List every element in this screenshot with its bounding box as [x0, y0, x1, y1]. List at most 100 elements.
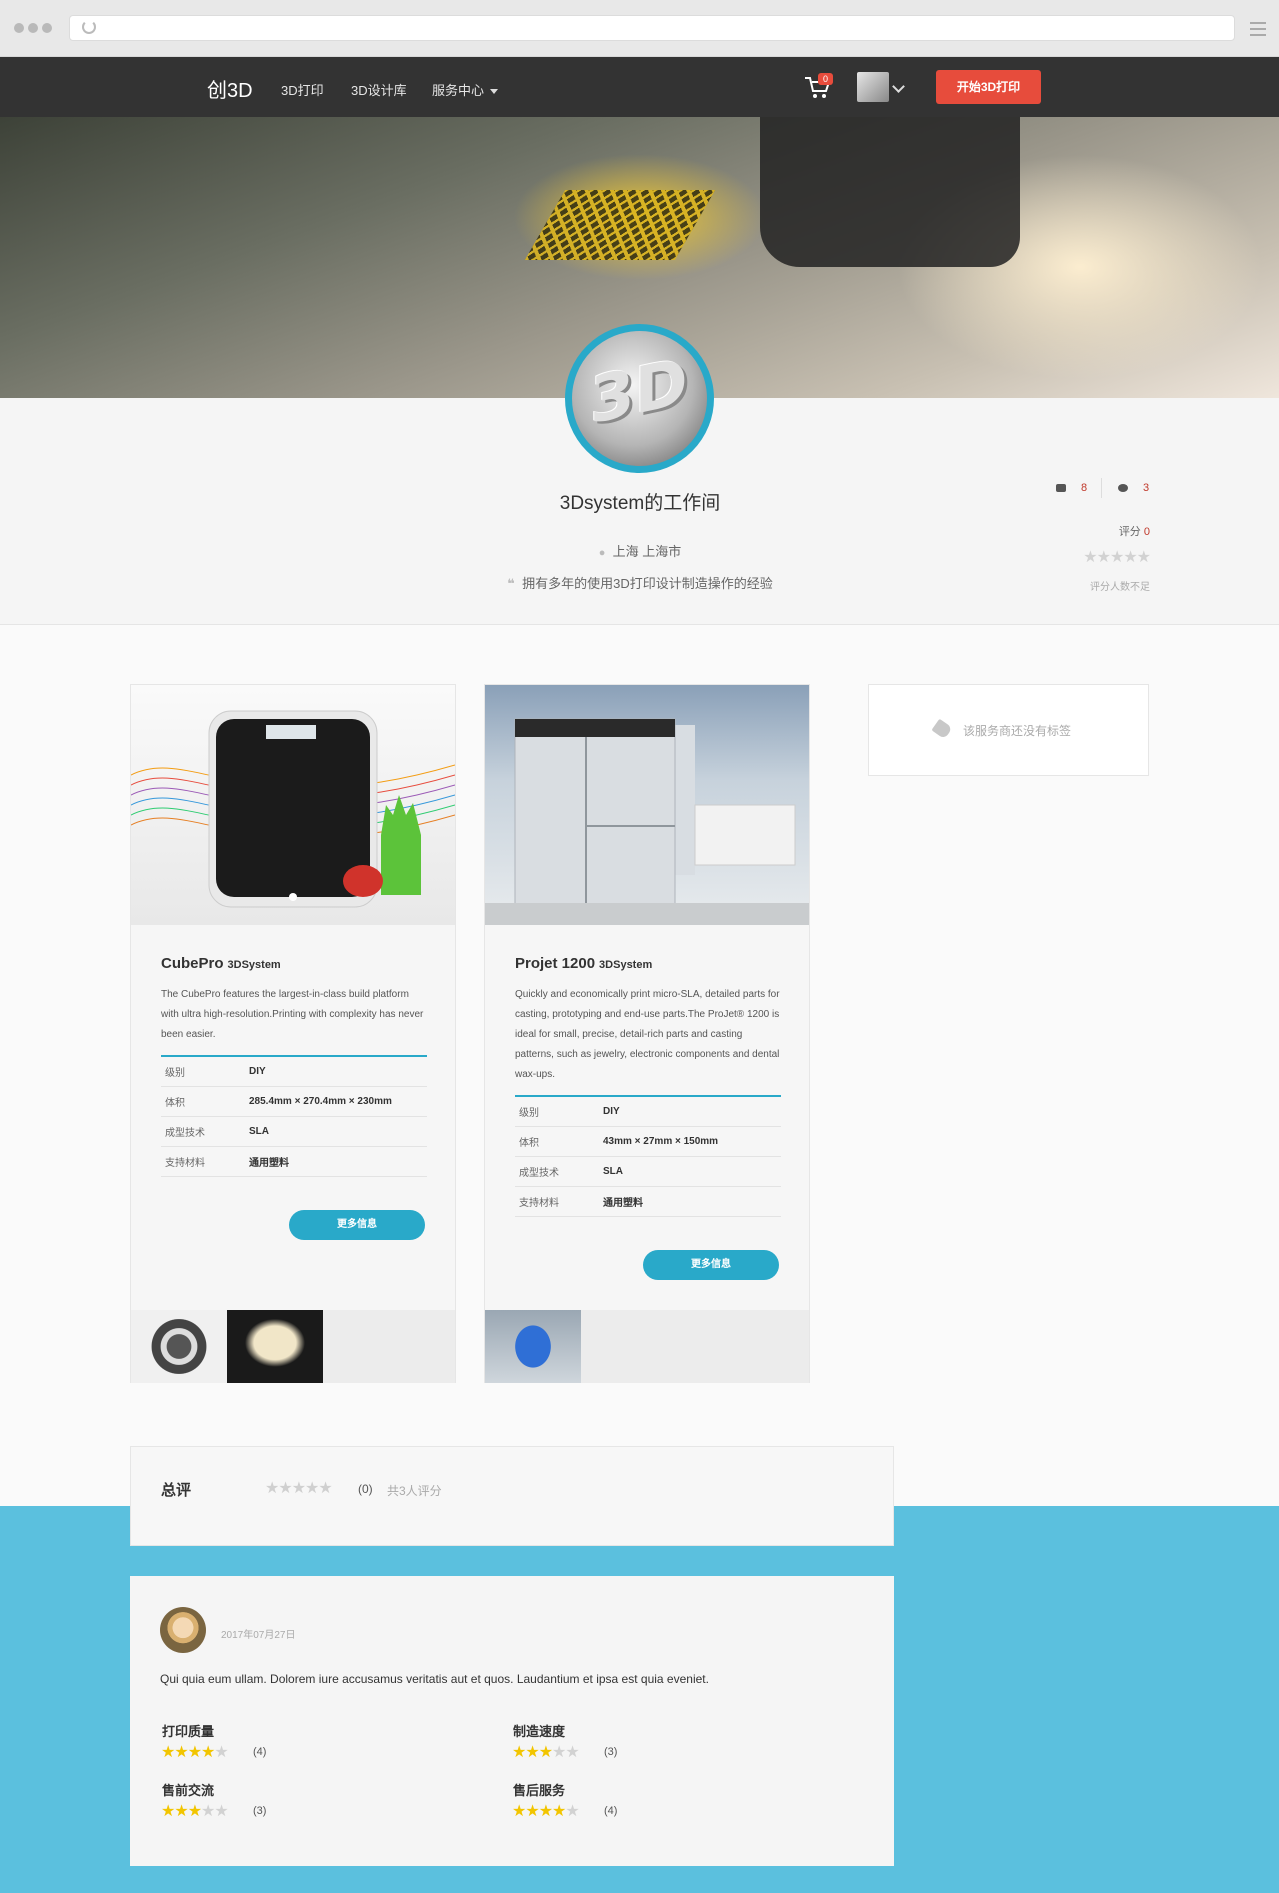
- star-empty-icon: ★: [201, 1803, 215, 1820]
- star-empty-icon: ★: [214, 1803, 228, 1820]
- product-brand: 3DSystem: [599, 959, 653, 971]
- rating-label: 制造速度: [513, 1724, 566, 1739]
- comment-icon: [1118, 484, 1128, 492]
- reviewer-avatar: [160, 1607, 206, 1653]
- rating-label: 售前交流: [162, 1783, 215, 1798]
- star-filled-icon: ★: [174, 1803, 188, 1820]
- product-name: Projet 1200: [515, 955, 596, 972]
- nav-link-service-center[interactable]: 服务中心: [432, 80, 499, 99]
- quote-icon: ❝: [507, 576, 515, 591]
- stat-divider: [1101, 478, 1102, 498]
- printer-icon: [1056, 484, 1066, 492]
- summary-title: 总评: [161, 1482, 192, 1499]
- thumbnail-strip: [485, 1310, 809, 1383]
- tags-empty-text: 该服务商还没有标签: [963, 724, 1072, 738]
- user-avatar[interactable]: [857, 72, 889, 102]
- summary-stars: ★★★★★: [265, 1480, 333, 1497]
- score-line: 评分 0: [1090, 523, 1150, 539]
- score-note: 评分人数不足: [1090, 582, 1150, 593]
- spec-value: SLA: [603, 1166, 623, 1177]
- star-filled-icon: ★: [512, 1803, 526, 1820]
- star-filled-icon: ★: [187, 1744, 202, 1761]
- spec-value: 285.4mm × 270.4mm × 230mm: [249, 1096, 392, 1107]
- reload-icon[interactable]: [82, 20, 96, 34]
- star-filled-icon: ★: [525, 1744, 539, 1761]
- more-info-button[interactable]: 更多信息: [643, 1250, 779, 1280]
- product-title: CubePro 3DSystem: [161, 955, 281, 972]
- spec-value: 通用塑料: [249, 1158, 289, 1169]
- star-filled-icon: ★: [201, 1744, 215, 1761]
- spec-value: SLA: [249, 1126, 269, 1137]
- rating-count: (3): [604, 1746, 618, 1758]
- star-filled-icon: ★: [174, 1744, 188, 1761]
- thumbnail-ring-model[interactable]: [131, 1310, 227, 1383]
- star-empty-icon: ★: [565, 1744, 579, 1761]
- spec-row: 支持材料 通用塑料: [161, 1147, 427, 1177]
- score-value: 0: [1143, 526, 1150, 538]
- star-filled-icon: ★: [161, 1744, 175, 1761]
- star-empty-icon: ★: [214, 1744, 228, 1761]
- spec-key: 支持材料: [519, 1198, 559, 1209]
- profile-name: 3Dsystem的工作间: [559, 493, 721, 514]
- star-filled-icon: ★: [161, 1803, 175, 1820]
- star-filled-icon: ★: [552, 1803, 566, 1820]
- product-image-cubepro: [131, 685, 455, 925]
- spec-key: 成型技术: [165, 1128, 205, 1139]
- product-name: CubePro: [161, 955, 224, 972]
- score-label: 评分: [1118, 526, 1141, 538]
- rating-stars: ★★★★★: [512, 1801, 580, 1821]
- top-navbar: [0, 57, 1279, 117]
- window-dot: [42, 23, 52, 33]
- spec-key: 支持材料: [165, 1158, 205, 1169]
- spec-row: 体积 285.4mm × 270.4mm × 230mm: [161, 1087, 427, 1117]
- nav-link-design-library[interactable]: 3D设计库: [351, 80, 407, 99]
- spec-value: DIY: [249, 1066, 266, 1077]
- spec-row: 体积 43mm × 27mm × 150mm: [515, 1127, 781, 1157]
- thumbnail-strip: [131, 1310, 455, 1383]
- cart-count-badge: 0: [818, 73, 834, 85]
- review-card: [130, 1576, 894, 1866]
- cubepro-printer-illustration: [131, 710, 455, 908]
- spec-value: 通用塑料: [603, 1198, 643, 1209]
- product-title: Projet 1200 3DSystem: [515, 955, 652, 972]
- star-filled-icon: ★: [525, 1803, 539, 1820]
- rating-summary-panel: [130, 1446, 894, 1546]
- review-text: Qui quia eum ullam. Dolorem iure accusam…: [160, 1672, 709, 1686]
- caret-down-icon: [490, 89, 499, 95]
- hero-print-nozzle: [760, 117, 1020, 267]
- spec-key: 级别: [165, 1068, 185, 1079]
- summary-total: 共3人评分: [387, 1484, 442, 1498]
- profile-avatar: 3D: [565, 324, 714, 473]
- profile-location-text: 上海 上海市: [612, 544, 682, 559]
- menu-icon[interactable]: [1250, 22, 1266, 36]
- rating-count: (3): [253, 1805, 267, 1817]
- spec-row: 级别 DIY: [515, 1097, 781, 1127]
- star-filled-icon: ★: [538, 1744, 553, 1761]
- product-card-projet-1200: Projet 1200 3DSystem Quickly and economic…: [484, 684, 810, 1383]
- product-brand: 3DSystem: [227, 959, 281, 971]
- spec-table: 级别 DIY 体积 43mm × 27mm × 150mm 成型技术 SLA 支持材料…: [515, 1095, 781, 1217]
- address-bar[interactable]: [69, 15, 1235, 41]
- star-filled-icon: ★: [187, 1803, 202, 1820]
- rating-count: (4): [253, 1746, 267, 1758]
- site-logo[interactable]: 创3D: [207, 74, 253, 103]
- profile-quote: ❝ 拥有多年的使用3D打印设计制造操作的经验: [440, 573, 840, 592]
- comment-count: 3: [1143, 482, 1150, 494]
- more-info-button[interactable]: 更多信息: [289, 1210, 425, 1240]
- star-empty-icon: ★: [565, 1803, 579, 1820]
- nav-link-label: 服务中心: [432, 83, 485, 98]
- spec-value: 43mm × 27mm × 150mm: [603, 1136, 719, 1147]
- summary-count: (0): [358, 1482, 373, 1496]
- spec-key: 成型技术: [519, 1168, 559, 1179]
- spec-key: 级别: [519, 1108, 539, 1119]
- review-date: 2017年07月27日: [221, 1630, 296, 1641]
- spec-row: 支持材料 通用塑料: [515, 1187, 781, 1217]
- start-3d-print-button[interactable]: 开始3D打印: [936, 70, 1041, 104]
- star-filled-icon: ★: [512, 1744, 526, 1761]
- thumbnail-brain-model[interactable]: [227, 1310, 323, 1383]
- thumbnail-skull-model[interactable]: [485, 1310, 581, 1383]
- rating-stars: ★★★★★: [161, 1742, 229, 1762]
- profile-location: ● 上海 上海市: [440, 541, 840, 560]
- nav-link-3d-print[interactable]: 3D打印: [281, 80, 324, 99]
- rating-stars: ★★★★★: [161, 1801, 229, 1821]
